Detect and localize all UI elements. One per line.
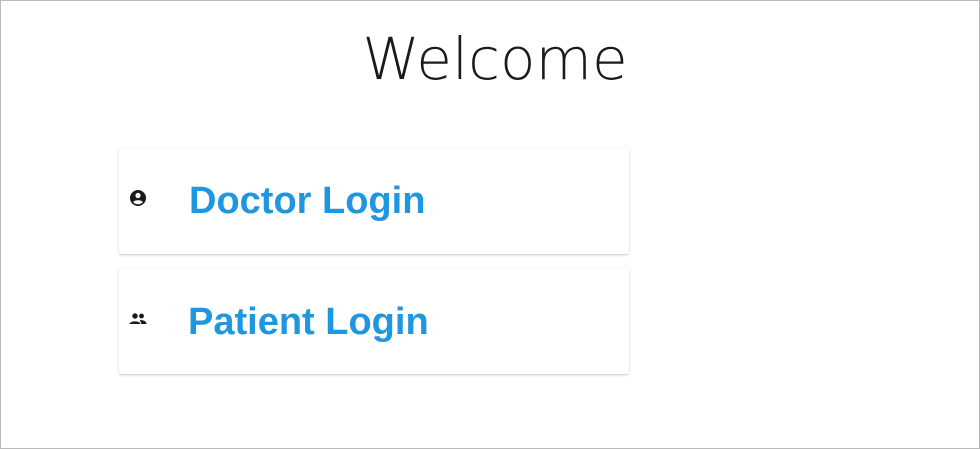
patient-login-label: Patient Login (188, 301, 429, 343)
doctor-login-label: Doctor Login (189, 180, 426, 222)
patient-login-card[interactable]: Patient Login (119, 268, 629, 374)
doctor-login-card[interactable]: Doctor Login (119, 148, 629, 254)
page-title: Welcome (362, 25, 628, 93)
account-circle-icon (127, 187, 149, 209)
people-icon (127, 308, 149, 330)
page-frame: Welcome Doctor Login Patient Login (0, 0, 980, 449)
